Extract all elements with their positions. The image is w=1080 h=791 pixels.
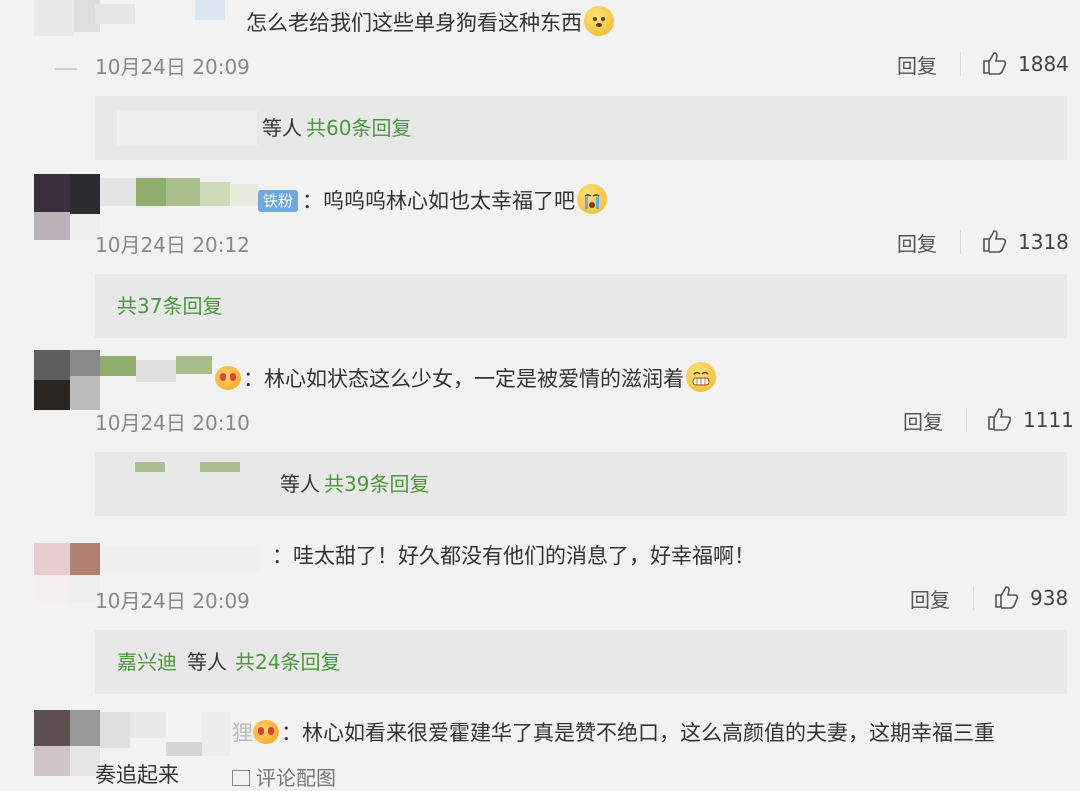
username-blurred[interactable] [100,178,260,206]
reply-button[interactable]: 回复 [910,584,950,613]
reply-thread-count[interactable]: 共39条回复 [324,472,429,496]
username-blurred[interactable] [100,712,235,762]
thumbs-up-icon[interactable] [993,584,1019,610]
dog-emoji-icon [584,6,614,36]
separator [960,230,961,254]
reply-thread-who: 等人 [280,472,320,496]
reply-thread-count[interactable]: 共37条回复 [117,294,222,318]
thumbs-up-icon[interactable] [986,406,1012,432]
like-count: 938 [1030,586,1069,610]
username-blurred[interactable] [95,0,225,28]
comment-text: 铁粉 ：呜呜呜林心如也太幸福了吧 [258,184,608,216]
comment-text: 狸 ：林心如看来很爱霍建华了真是赞不绝口，这么高颜值的夫妻，这期幸福三重 [232,718,995,748]
reply-thread-box[interactable]: 嘉兴迪 等人 共24条回复 [95,630,1067,694]
crown-emoji-icon [253,720,279,744]
reply-thread-count[interactable]: 共60条回复 [306,116,411,140]
crown-emoji-icon [215,366,241,390]
colon: ： [272,544,293,568]
colon: ： [243,367,264,391]
grin-emoji-icon [686,362,716,392]
reply-button[interactable]: 回复 [903,406,943,435]
comment-text: 怎么老给我们这些单身狗看这种东西 [246,6,614,38]
comment-time: 10月24日 20:09 [95,55,250,79]
comment-text-body: 林心如状态这么少女，一定是被爱情的滋润着 [264,367,684,391]
avatar[interactable] [22,350,100,416]
reply-thread-who: 等人 [262,116,302,140]
thumbs-up-icon[interactable] [981,228,1007,254]
username-tail[interactable]: 狸 [232,721,253,745]
comment-text-body: 呜呜呜林心如也太幸福了吧 [323,189,576,213]
colon: ： [281,721,302,745]
separator [966,408,967,432]
separator [973,586,974,610]
comment-time: 10月24日 20:10 [95,411,250,435]
comment-text: ：林心如状态这么少女，一定是被爱情的滋润着 [215,362,716,394]
like-count: 1318 [1018,230,1069,254]
username-blurred[interactable] [100,546,265,574]
reply-thread-who: 等人 [187,650,227,674]
comment-text-body: 哇太甜了！好久都没有他们的消息了，好幸福啊！ [293,544,755,568]
username-blurred[interactable] [100,356,215,384]
separator [960,52,961,76]
reply-button[interactable]: 回复 [897,50,937,79]
divider [55,68,77,70]
like-count: 1111 [1023,408,1074,432]
reply-thread-box[interactable]: 共37条回复 [95,274,1067,338]
reply-thread-box[interactable]: 等人 共60条回复 [95,96,1067,160]
thumbs-up-icon[interactable] [981,50,1007,76]
fan-badge[interactable]: 铁粉 [258,190,299,212]
comment-text: ：哇太甜了！好久都没有他们的消息了，好幸福啊！ [272,541,755,571]
reply-thread-box[interactable]: 等人 共39条回复 [95,452,1067,516]
reply-thread-count[interactable]: 共24条回复 [235,650,340,674]
avatar[interactable] [22,174,100,240]
avatar[interactable] [22,710,100,776]
colon: ： [302,189,324,213]
reply-button[interactable]: 回复 [897,228,937,257]
comment-time: 10月24日 20:09 [95,589,250,613]
like-count: 1884 [1018,52,1069,76]
replier-names-blurred [135,462,270,476]
comment-text-body: 林心如看来很爱霍建华了真是赞不绝口，这么高颜值的夫妻，这期幸福三重 [302,721,995,745]
replier-names-blurred [117,110,257,146]
avatar[interactable] [22,0,100,40]
avatar[interactable] [22,543,100,609]
comment-image-label: 评论配图 [256,766,336,790]
comment-text-body: 怎么老给我们这些单身狗看这种东西 [246,11,582,35]
comment-text-continued: 奏追起来 [95,763,179,787]
comment-time: 10月24日 20:12 [95,233,250,257]
crying-emoji-icon [577,184,608,214]
image-icon [232,770,250,786]
reply-thread-name[interactable]: 嘉兴迪 [117,650,177,674]
